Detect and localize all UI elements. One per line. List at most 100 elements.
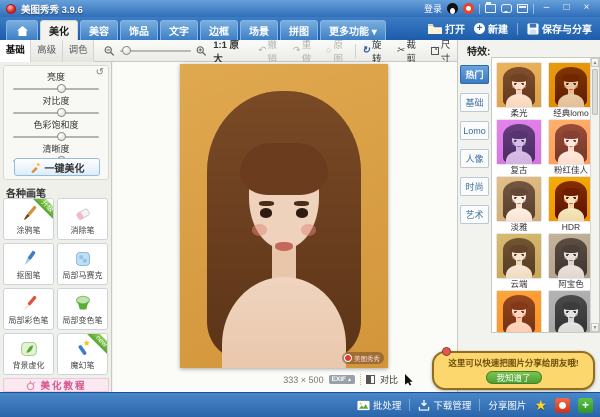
effect-thumbnail: [497, 63, 541, 107]
brush-background-blur[interactable]: 背景虚化: [3, 333, 54, 375]
brush-cutout-pen[interactable]: 抠图笔: [3, 243, 54, 285]
effect-retro[interactable]: 复古: [497, 120, 541, 177]
redo-button[interactable]: 重做: [292, 37, 317, 65]
weibo-share-icon[interactable]: [555, 398, 570, 413]
scroll-up-arrow[interactable]: [591, 58, 599, 67]
brightness-slider-thumb[interactable]: [57, 84, 66, 93]
saturation-slider[interactable]: [13, 136, 99, 138]
download-manager-button[interactable]: 下载管理: [418, 398, 471, 412]
maximize-button[interactable]: □: [559, 2, 574, 15]
brush-local-recolor-pen[interactable]: 局部变色笔: [57, 288, 108, 330]
effect-soft-light[interactable]: 柔光: [497, 63, 541, 120]
zoom-slider-thumb[interactable]: [122, 46, 131, 55]
minimize-button[interactable]: –: [539, 2, 554, 15]
brush-eraser-pen[interactable]: 消除笔: [57, 198, 108, 240]
brush-grid: 涂鸦笔 升级 消除笔 抠图笔 局部马赛克 局部彩色笔 局部变色笔: [3, 198, 109, 375]
contrast-slider[interactable]: [13, 112, 99, 114]
tab-color-tone[interactable]: 调色: [63, 40, 94, 62]
titlebar: 美图秀秀 3.9.6 登录 – □ ×: [0, 0, 600, 17]
effect-thumbnail: [497, 120, 541, 164]
pen-nib-icon: [18, 248, 40, 270]
edit-toolbar: 基础 高级 调色 1:1 原大 撤销 重做 原图 旋转 裁剪 尺寸: [0, 40, 457, 62]
saturation-slider-thumb[interactable]: [57, 132, 66, 141]
login-link[interactable]: 登录: [424, 2, 442, 15]
rotate-button[interactable]: 旋转: [362, 37, 387, 65]
effect-thumbnail: [549, 177, 593, 221]
share-image-button[interactable]: 分享图片: [488, 398, 526, 412]
effects-scroll-area: 柔光 经典lomo 复古: [491, 57, 600, 333]
new-button[interactable]: 新建: [474, 21, 508, 36]
contrast-slider-thumb[interactable]: [57, 108, 66, 117]
scrollbar-thumb[interactable]: [592, 69, 598, 115]
watermark-logo-icon: [344, 354, 352, 362]
effect-thumbnail: [549, 291, 593, 333]
adjust-sidebar: 亮度 对比度 色彩饱和度 清晰度 一键美化 各种画笔 涂鸦笔 升级 消除笔: [0, 62, 112, 392]
hand-sparkle-icon: [25, 380, 36, 391]
category-lomo[interactable]: Lomo: [460, 121, 489, 140]
compare-button[interactable]: 对比: [380, 373, 398, 386]
add-more-icon[interactable]: [578, 398, 593, 413]
nav-separator: [517, 23, 518, 35]
effect-hdr[interactable]: HDR: [549, 177, 593, 234]
bubble-text: 这里可以快速把图片分享给朋友哦!: [434, 357, 593, 369]
brush-local-color-pen[interactable]: 局部彩色笔: [3, 288, 54, 330]
save-share-button[interactable]: 保存与分享: [527, 21, 592, 36]
message-icon[interactable]: [501, 4, 512, 13]
resize-button[interactable]: 尺寸: [431, 37, 457, 65]
save-icon: [527, 23, 539, 35]
effect-pink-lady[interactable]: 粉红佳人: [549, 120, 593, 177]
home-tab[interactable]: [6, 20, 38, 40]
bubble-pin-icon: [442, 347, 451, 356]
qq-icon[interactable]: [447, 3, 458, 14]
tab-advanced[interactable]: 高级: [31, 40, 62, 62]
beautify-tutorial-link[interactable]: 美化教程: [3, 378, 109, 392]
effect-member-only[interactable]: [497, 291, 541, 333]
effects-panel: 特效: 热门 基础 Lomo 人像 时尚 艺术 柔光: [457, 40, 600, 392]
effect-thumbnail: [549, 63, 593, 107]
tab-basic[interactable]: 基础: [0, 40, 31, 62]
brush-local-mosaic[interactable]: 局部马赛克: [57, 243, 108, 285]
zoom-slider[interactable]: [120, 50, 191, 52]
got-it-button[interactable]: 我知道了: [486, 371, 542, 384]
zoom-in-icon[interactable]: [196, 45, 207, 57]
effect-elegant[interactable]: 淡雅: [497, 177, 541, 234]
zoom-out-icon[interactable]: [104, 45, 115, 57]
effect-black-white[interactable]: [549, 291, 593, 333]
tab-beautify[interactable]: 美化: [40, 20, 78, 40]
category-art[interactable]: 艺术: [460, 205, 489, 224]
reset-sliders-button[interactable]: [96, 67, 104, 78]
statusbar: 批处理 下载管理 分享图片: [0, 392, 600, 417]
effect-thumbnail: [549, 120, 593, 164]
effect-thumbnail: [497, 234, 541, 278]
category-hot[interactable]: 热门: [460, 65, 489, 84]
brush-magic-pen[interactable]: 魔幻笔 new: [57, 333, 108, 375]
category-fashion[interactable]: 时尚: [460, 177, 489, 196]
mouse-cursor-icon: [405, 374, 413, 386]
effects-scrollbar[interactable]: [590, 58, 599, 332]
one-click-beautify-button[interactable]: 一键美化: [14, 158, 100, 176]
feedback-folder-icon[interactable]: [485, 4, 496, 13]
original-icon: [326, 45, 331, 56]
scroll-down-arrow[interactable]: [591, 323, 599, 332]
category-portrait[interactable]: 人像: [460, 149, 489, 168]
undo-button[interactable]: 撤销: [257, 37, 282, 65]
crop-button[interactable]: 裁剪: [396, 37, 421, 65]
brush-doodle-pen[interactable]: 涂鸦笔 升级: [3, 198, 54, 240]
resize-icon: [431, 47, 439, 55]
close-button[interactable]: ×: [579, 2, 594, 15]
skin-icon[interactable]: [517, 4, 528, 13]
weibo-icon[interactable]: [463, 3, 474, 14]
effect-classic-lomo[interactable]: 经典lomo: [549, 63, 593, 120]
open-button[interactable]: 打开: [428, 21, 465, 36]
category-basic[interactable]: 基础: [460, 93, 489, 112]
batch-process-button[interactable]: 批处理: [357, 398, 402, 412]
brightness-slider[interactable]: [13, 88, 99, 90]
original-image-button[interactable]: 原图: [326, 37, 349, 65]
favorites-star-icon[interactable]: [534, 397, 547, 414]
zoom-actual-size-button[interactable]: 1:1 原大: [213, 37, 244, 65]
exif-badge[interactable]: EXIF▲: [329, 375, 355, 384]
effect-abao-color[interactable]: 阿宝色: [549, 234, 593, 291]
watermark: 美图秀秀: [342, 352, 384, 364]
effect-cloud[interactable]: 云端: [497, 234, 541, 291]
history-group: 撤销 重做 原图: [257, 37, 349, 65]
